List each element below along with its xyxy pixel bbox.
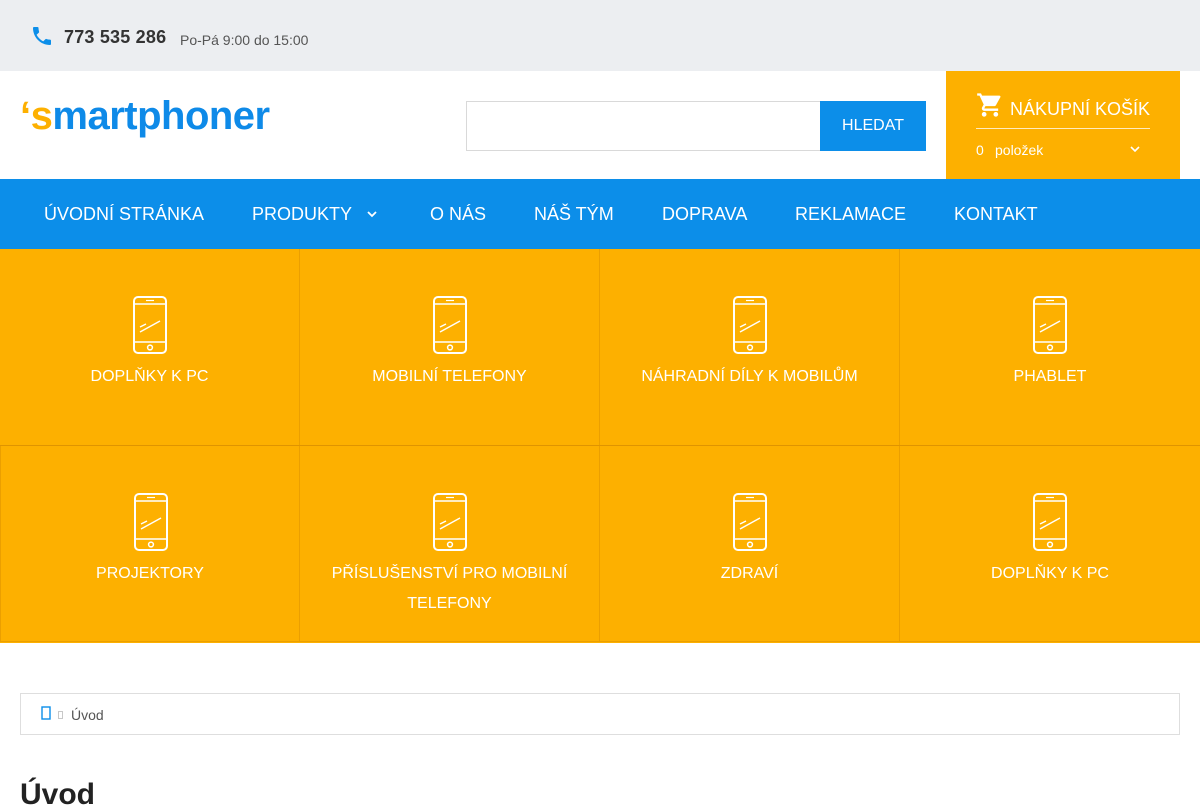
smartphone-icon [433,493,467,551]
smartphone-icon [134,493,168,551]
category-tile[interactable]: PHABLET [900,249,1200,446]
cart-title: NÁKUPNÍ KOŠÍK [1010,99,1151,119]
logo-letter-s: s [30,94,53,138]
category-tile[interactable]: ZDRAVÍ [600,445,900,642]
category-label: ZDRAVÍ [720,565,779,582]
category-label: MOBILNÍ TELEFONY [372,368,527,385]
breadcrumb-separator-icon [58,711,63,719]
breadcrumb: Úvod [20,693,1180,735]
logo-apostrophe: ‘ [20,94,31,138]
shopping-cart[interactable]: NÁKUPNÍ KOŠÍK 0 položek [946,71,1180,179]
phone-icon [33,27,51,45]
smartphone-icon [1033,296,1067,354]
smartphone-icon [433,296,467,354]
nav-item-products[interactable]: PRODUKTY [252,179,352,249]
cart-item-count: 0 [976,142,984,158]
chevron-down-icon[interactable] [1128,142,1142,156]
cart-icon [977,93,1001,117]
category-tile[interactable]: NÁHRADNÍ DÍLY K MOBILŮM [600,249,900,446]
category-tile[interactable]: DOPLŇKY K PC [0,249,300,446]
smartphone-icon [133,296,167,354]
smartphone-icon [1033,493,1067,551]
smartphone-icon [733,296,767,354]
chevron-down-icon[interactable] [365,207,379,221]
category-grid: DOPLŇKY K PC MOBILNÍ TELEFONY NÁHRADNÍ D… [0,249,1200,643]
site-logo[interactable]: ‘smartphoner [20,94,270,138]
smartphone-icon [733,493,767,551]
home-icon[interactable] [41,706,51,720]
nav-item-contact[interactable]: KONTAKT [954,179,1038,249]
nav-item-team[interactable]: NÁŠ TÝM [534,179,614,249]
category-tile[interactable]: PROJEKTORY [0,445,300,642]
search-button[interactable]: HLEDAT [820,101,926,151]
main-navigation: ÚVODNÍ STRÁNKA PRODUKTY O NÁS NÁŠ TÝM DO… [0,179,1200,249]
breadcrumb-current: Úvod [71,707,104,723]
nav-item-about[interactable]: O NÁS [430,179,486,249]
search-input[interactable] [466,101,821,151]
phone-number[interactable]: 773 535 286 [64,27,166,48]
category-tile[interactable]: DOPLŇKY K PC [900,445,1200,642]
category-label: PŘÍSLUŠENSTVÍ PRO MOBILNÍ TELEFONY [331,565,568,612]
page-title: Úvod [20,778,95,811]
opening-hours: Po-Pá 9:00 do 15:00 [180,32,309,48]
cart-divider [976,128,1150,129]
cart-items-label: položek [995,142,1044,158]
category-label: DOPLŇKY K PC [90,368,209,385]
nav-item-complaints[interactable]: REKLAMACE [795,179,906,249]
category-label: DOPLŇKY K PC [991,565,1109,582]
category-tile[interactable]: PŘÍSLUŠENSTVÍ PRO MOBILNÍ TELEFONY [300,445,600,642]
nav-item-shipping[interactable]: DOPRAVA [662,179,747,249]
top-info-bar: 773 535 286 Po-Pá 9:00 do 15:00 [0,0,1200,71]
category-label: NÁHRADNÍ DÍLY K MOBILŮM [641,368,858,385]
nav-item-home[interactable]: ÚVODNÍ STRÁNKA [44,179,204,249]
logo-wordmark: martphoner [52,94,270,138]
category-label: PROJEKTORY [96,565,204,582]
category-label: PHABLET [1013,368,1087,385]
category-tile[interactable]: MOBILNÍ TELEFONY [300,249,600,446]
